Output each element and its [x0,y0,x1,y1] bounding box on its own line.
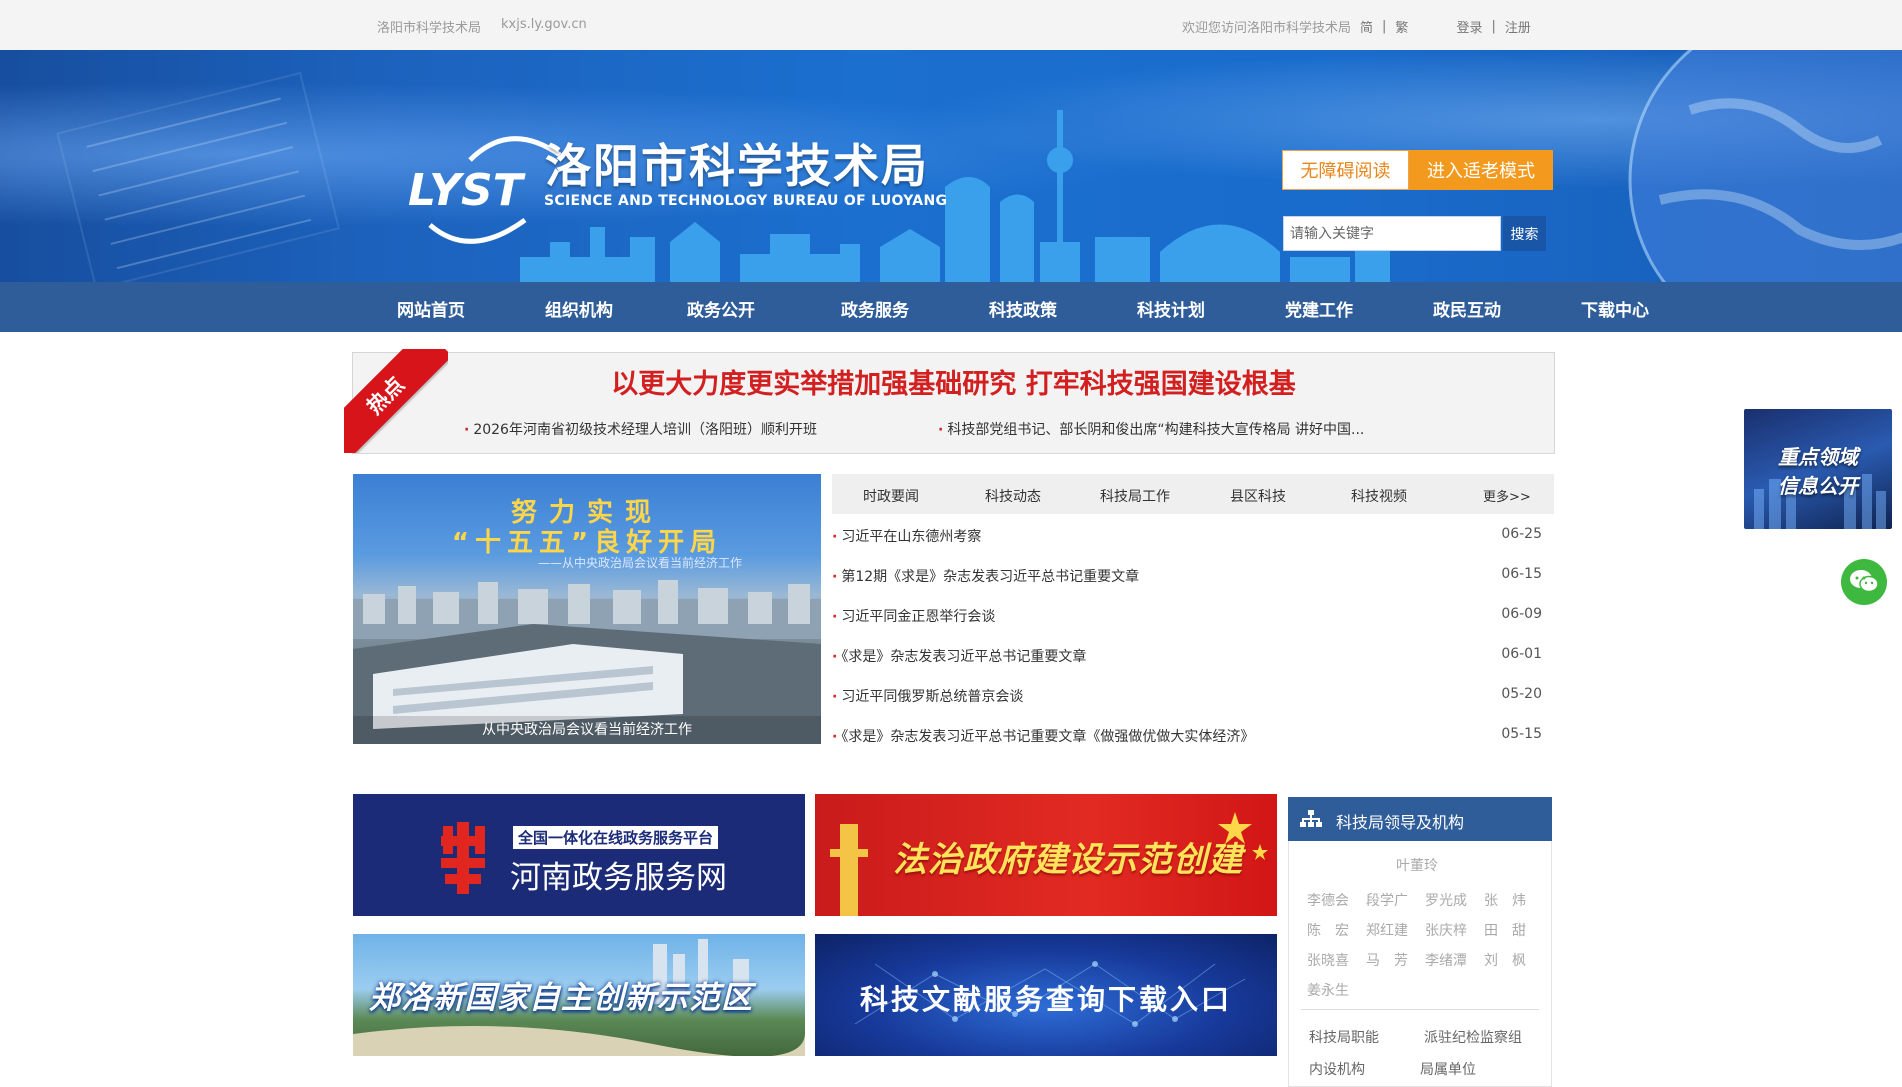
search-input[interactable] [1283,216,1501,251]
leader-name[interactable]: 罗光成 [1425,890,1467,910]
welcome-text: 欢迎您访问洛阳市科学技术局 [1182,21,1352,36]
internal-departments-link[interactable]: 内设机构 [1309,1059,1365,1079]
leader-name[interactable]: 姜永生 [1307,980,1349,1000]
literature-title: 科技文献服务查询下载入口 [859,983,1232,1016]
henan-badge: 全国一体化在线政务服务平台 [513,826,719,849]
feature-heading-3: ——从中央政治局会议看当前经济工作 [538,556,743,570]
feature-caption: 从中央政治局会议看当前经济工作 [353,716,821,744]
nav-plans[interactable]: 科技计划 [1137,296,1205,321]
header-banner: LYST 洛阳市科学技术局 SCIENCE AND TECHNOLOGY BUR… [0,50,1902,282]
traditional-chinese-link[interactable]: 繁 [1395,17,1408,36]
nav-party-building[interactable]: 党建工作 [1285,296,1353,321]
hot-link-2[interactable]: · 科技部党组书记、部长阴和俊出席“构建科技大宣传格局 讲好中国... [938,419,1364,439]
search-button[interactable]: 搜索 [1503,216,1546,251]
news-item[interactable]: · 习近平同金正恩举行会谈 06-09 [832,606,1542,626]
leadership-title[interactable]: 科技局领导及机构 [1336,809,1464,833]
leader-name[interactable]: 李绪潭 [1425,950,1467,970]
leader-name[interactable]: 段学广 [1366,890,1408,910]
news-item[interactable]: · 《求是》杂志发表习近平总书记重要文章《做强做优做大实体经济》 05-15 [832,726,1542,746]
register-link[interactable]: 注册 [1505,17,1531,36]
zhengluo-innovation-banner[interactable]: 郑洛新国家自主创新示范区 [353,934,805,1056]
leader-name[interactable]: 陈 宏 [1307,920,1349,940]
henan-title: 河南政务服务网 [510,860,727,896]
main-nav: 网站首页 组织机构 政务公开 政务服务 科技政策 科技计划 党建工作 政民互动 … [0,282,1902,332]
nav-downloads[interactable]: 下载中心 [1581,296,1649,321]
lang-separator: | [1382,19,1387,34]
nav-interaction[interactable]: 政民互动 [1433,296,1501,321]
accessible-reading-button[interactable]: 无障碍阅读 [1282,150,1409,190]
elder-mode-button[interactable]: 进入适老模式 [1409,150,1553,190]
tab-tech-video[interactable]: 科技视频 [1351,486,1407,506]
leadership-divider [1301,1009,1539,1010]
leader-name[interactable]: 张 炜 [1484,890,1526,910]
tab-current-affairs[interactable]: 时政要闻 [863,486,919,506]
logo-text: LYST [408,165,526,216]
simplified-chinese-link[interactable]: 简 [1360,17,1373,36]
leader-name[interactable]: 马 芳 [1366,950,1408,970]
discipline-inspection-link[interactable]: 派驻纪检监察组 [1424,1027,1522,1047]
law-government-banner[interactable]: 法治政府建设示范创建 [815,794,1277,916]
tab-bureau-work[interactable]: 科技局工作 [1100,486,1170,506]
leader-name[interactable]: 李德会 [1307,890,1349,910]
org-chart-icon [1300,810,1322,827]
city-skyline-graphic: LYST [56,50,1902,282]
nav-organization[interactable]: 组织机构 [545,296,613,321]
leadership-header: 科技局领导及机构 [1288,797,1552,841]
feature-image[interactable]: 努力实现 “十五五”良好开局 ——从中央政治局会议看当前经济工作 从中央政治局会… [353,474,821,744]
affiliated-units-link[interactable]: 局属单位 [1420,1059,1476,1079]
news-item[interactable]: · 习近平在山东德州考察 06-25 [832,526,1542,546]
leader-name[interactable]: 田 甜 [1484,920,1526,940]
news-item[interactable]: · 第12期《求是》杂志发表习近平总书记重要文章 06-15 [832,566,1542,586]
site-subtitle: SCIENCE AND TECHNOLOGY BUREAU OF LUOYANG [544,193,948,209]
henan-gov-service-banner[interactable]: 全国一体化在线政务服务平台 河南政务服务网 [353,794,805,916]
nav-gov-services[interactable]: 政务服务 [841,296,909,321]
news-item[interactable]: · 习近平同俄罗斯总统普京会谈 05-20 [832,686,1542,706]
hot-link-1[interactable]: · 2026年河南省初级技术经理人培训（洛阳班）顺利开班 [464,419,817,439]
tab-tech-news[interactable]: 科技动态 [985,486,1041,506]
leader-name[interactable]: 张庆梓 [1425,920,1467,940]
leader-name[interactable]: 刘 枫 [1484,950,1526,970]
float-card-line1: 重点领域 [1778,445,1858,469]
tab-county-tech[interactable]: 县区科技 [1230,486,1286,506]
news-item[interactable]: · 《求是》杂志发表习近平总书记重要文章 06-01 [832,646,1542,666]
news-more-link[interactable]: 更多>> [1483,486,1531,505]
nav-policy[interactable]: 科技政策 [989,296,1057,321]
bureau-functions-link[interactable]: 科技局职能 [1309,1027,1379,1047]
nav-gov-affairs[interactable]: 政务公开 [687,296,755,321]
login-link[interactable]: 登录 [1456,17,1482,36]
wechat-icon[interactable] [1841,559,1887,605]
topbar-site-name[interactable]: 洛阳市科学技术局 [377,17,481,36]
float-card-line2: 信息公开 [1778,474,1858,498]
top-utility-bar: 洛阳市科学技术局 kxjs.ly.gov.cn 欢迎您访问洛阳市科学技术局 简 … [0,0,1902,50]
leader-head[interactable]: 叶董玲 [1396,855,1438,875]
site-title: 洛阳市科学技术局 [545,139,929,193]
henan-emblem-icon [441,822,485,894]
topbar-domain[interactable]: kxjs.ly.gov.cn [501,17,587,36]
key-info-disclosure-card[interactable]: 重点领域 信息公开 [1744,409,1892,529]
tech-literature-banner[interactable]: 科技文献服务查询下载入口 [815,934,1277,1056]
zhengluo-title: 郑洛新国家自主创新示范区 [369,980,753,1016]
nav-home[interactable]: 网站首页 [397,296,465,321]
hot-headline[interactable]: 以更大力度更实举措加强基础研究 打牢科技强国建设根基 [352,362,1555,401]
auth-separator: | [1491,19,1496,34]
leader-name[interactable]: 郑红建 [1366,920,1408,940]
law-title: 法治政府建设示范创建 [893,840,1243,880]
news-tabs: 时政要闻 科技动态 科技局工作 县区科技 科技视频 更多>> [832,474,1554,514]
leader-name[interactable]: 张晓喜 [1307,950,1349,970]
